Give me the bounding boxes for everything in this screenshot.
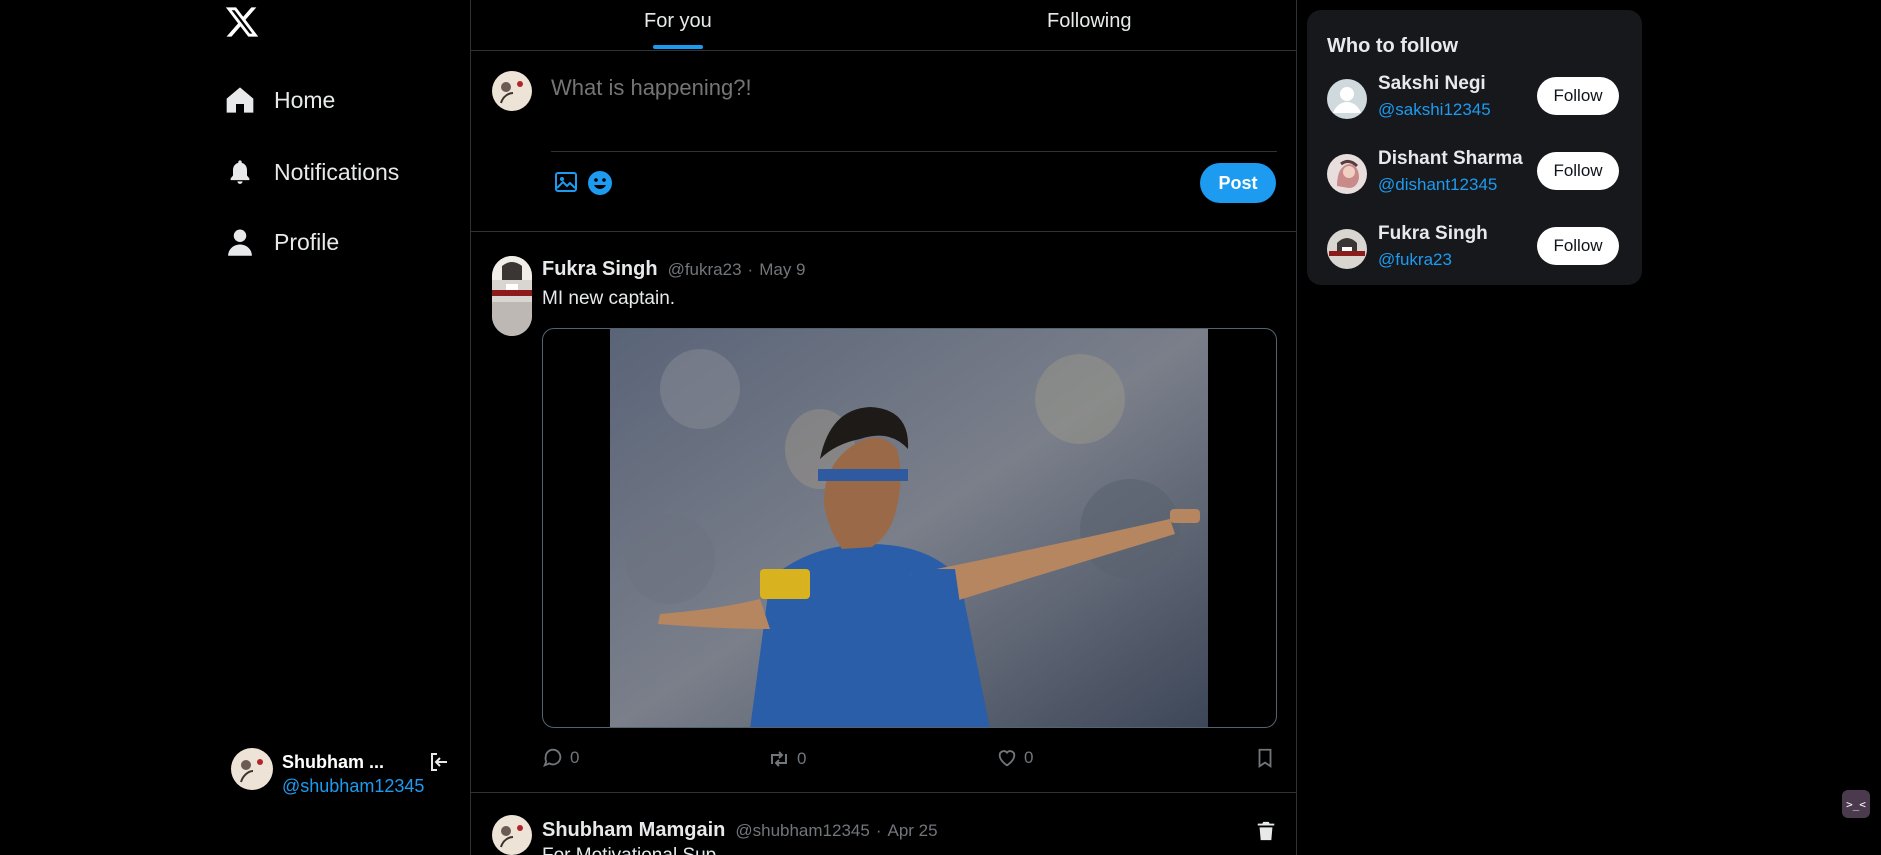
nav-notifications[interactable]: Notifications [224, 156, 399, 188]
like-count: 0 [1024, 748, 1034, 767]
tweet-photo [610, 329, 1208, 727]
tweet-date[interactable]: Apr 25 [888, 821, 938, 841]
nav-home[interactable]: Home [224, 84, 335, 116]
heart-icon [998, 750, 1016, 767]
who-to-follow-title: Who to follow [1327, 35, 1459, 57]
tab-following[interactable]: Following [1047, 10, 1131, 33]
reply-icon [543, 748, 562, 768]
tweet-text: For Motivational Sup... [542, 845, 732, 855]
suggested-user-handle: @sakshi12345 [1378, 100, 1491, 119]
logout-icon[interactable] [427, 750, 453, 776]
avatar [1327, 229, 1367, 269]
tweet-date[interactable]: May 9 [759, 260, 805, 280]
trash-icon[interactable] [1255, 819, 1277, 843]
active-tab-indicator [653, 45, 703, 49]
avatar[interactable] [492, 815, 532, 855]
emoji-icon[interactable] [587, 170, 613, 196]
follow-button[interactable]: Follow [1537, 152, 1619, 190]
tweet-author-name[interactable]: Fukra Singh [542, 258, 658, 281]
tweet-composer: Post [471, 51, 1297, 232]
reply-button[interactable]: 0 [542, 747, 579, 769]
suggested-user-name: Dishant Sharma [1378, 148, 1523, 169]
account-handle: @shubham12345 [282, 776, 425, 796]
avatar [1327, 154, 1367, 194]
tweet-media[interactable] [542, 328, 1277, 728]
separator: · [875, 821, 882, 840]
retweet-icon [771, 751, 787, 767]
tweet-header: Fukra Singh @fukra23 · May 9 [542, 258, 806, 281]
nav-profile-label: Profile [274, 228, 340, 255]
reply-count: 0 [570, 748, 580, 767]
corner-widget[interactable]: >_< [1842, 790, 1870, 818]
tweet[interactable]: Shubham Mamgain @shubham12345 · Apr 25 F… [471, 793, 1297, 855]
nav-home-label: Home [274, 86, 336, 113]
suggested-user[interactable]: Dishant Sharma @dishant12345 Follow [1327, 148, 1627, 198]
tweet-header: Shubham Mamgain @shubham12345 · Apr 25 [542, 819, 938, 842]
user-icon [224, 226, 256, 258]
suggested-user[interactable]: Fukra Singh @fukra23 Follow [1327, 223, 1627, 273]
left-sidebar: Home Notifications Profile Shubham ... @… [0, 0, 471, 855]
avatar[interactable] [492, 256, 532, 336]
tweet-text: MI new captain. [542, 288, 676, 309]
post-button[interactable]: Post [1200, 163, 1276, 203]
tweet-author-handle[interactable]: @fukra23 [668, 260, 742, 280]
timeline-tabs: For you Following [471, 0, 1297, 51]
nav-profile[interactable]: Profile [224, 226, 339, 258]
image-icon[interactable] [554, 170, 578, 194]
tweet[interactable]: Fukra Singh @fukra23 · May 9 MI new capt… [471, 232, 1297, 793]
suggested-user-name: Sakshi Negi [1378, 73, 1486, 94]
app-root: Home Notifications Profile Shubham ... @… [0, 0, 1881, 855]
suggested-user-name: Fukra Singh [1378, 223, 1488, 244]
suggested-user[interactable]: Sakshi Negi @sakshi12345 Follow [1327, 73, 1627, 123]
tweet-author-name[interactable]: Shubham Mamgain [542, 819, 725, 842]
separator: · [747, 260, 754, 279]
bell-icon [224, 156, 256, 188]
follow-button[interactable]: Follow [1537, 77, 1619, 115]
compose-input[interactable] [551, 75, 1271, 101]
suggested-user-handle: @dishant12345 [1378, 175, 1498, 194]
account-switcher[interactable]: Shubham ... @shubham12345 [231, 748, 461, 796]
bookmark-icon [1258, 748, 1272, 768]
nav-notifications-label: Notifications [274, 158, 400, 185]
composer-divider [551, 151, 1277, 152]
avatar [231, 748, 273, 790]
tweet-author-handle[interactable]: @shubham12345 [735, 821, 869, 841]
tab-for-you[interactable]: For you [644, 10, 712, 33]
retweet-button[interactable]: 0 [767, 747, 806, 771]
tweet-actions: 0 0 0 [542, 747, 1277, 775]
x-logo-icon[interactable] [224, 4, 260, 40]
like-button[interactable]: 0 [996, 747, 1033, 769]
follow-button[interactable]: Follow [1537, 227, 1619, 265]
account-name: Shubham ... [282, 752, 385, 772]
suggested-user-handle: @fukra23 [1378, 250, 1452, 269]
main-timeline: For you Following Post Fukra Sing [471, 0, 1297, 855]
retweet-count: 0 [797, 749, 807, 768]
who-to-follow-panel: Who to follow Sakshi Negi @sakshi12345 F… [1307, 10, 1642, 285]
avatar [1327, 79, 1367, 119]
home-icon [224, 84, 256, 116]
bookmark-button[interactable] [1254, 747, 1276, 769]
avatar [492, 71, 532, 111]
